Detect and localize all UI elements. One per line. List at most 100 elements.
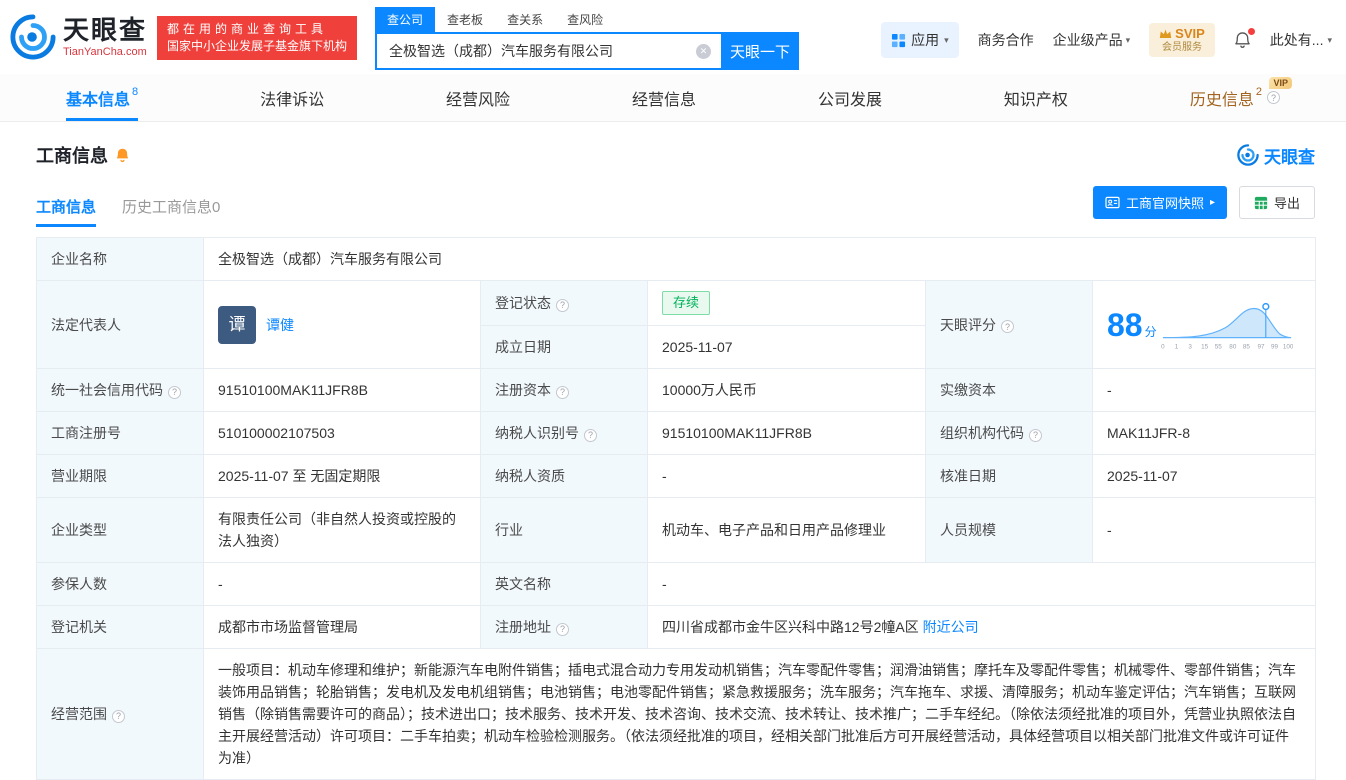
- field-label: 工商注册号: [37, 412, 204, 455]
- export-button[interactable]: 导出: [1239, 186, 1315, 219]
- search-tab-boss[interactable]: 查老板: [435, 7, 495, 32]
- user-menu[interactable]: 此处有... ▾: [1270, 30, 1332, 50]
- subtab-business-info[interactable]: 工商信息: [36, 196, 96, 227]
- field-label: 登记机关: [37, 606, 204, 649]
- help-icon[interactable]: ?: [1001, 320, 1014, 333]
- svip-sublabel: 会员服务: [1159, 42, 1205, 55]
- field-label: 组织机构代码?: [926, 412, 1093, 455]
- tianyancha-logo-icon: [1237, 144, 1259, 166]
- nav-tab-operating-info[interactable]: 经营信息: [632, 74, 696, 121]
- search-button[interactable]: 天眼一下: [721, 32, 799, 70]
- nav-tab-label: 经营信息: [632, 86, 696, 110]
- field-label: 法定代表人: [37, 281, 204, 369]
- nav-tab-company-development[interactable]: 公司发展: [818, 74, 882, 121]
- search-tabs: 查公司查老板查关系查风险: [375, 8, 799, 32]
- logo-subtitle: TianYanCha.com: [63, 46, 147, 58]
- crown-icon: [1159, 28, 1172, 39]
- clear-search-icon[interactable]: ✕: [696, 44, 711, 59]
- field-value-score: 88分013155580859799100: [1093, 281, 1316, 369]
- field-label: 天眼评分?: [926, 281, 1093, 369]
- field-label: 英文名称: [481, 563, 648, 606]
- nav-tab-label: 历史信息: [1190, 86, 1254, 110]
- svip-member-button[interactable]: SVIP 会员服务: [1149, 23, 1215, 58]
- table-row: 统一社会信用代码?91510100MAK11JFR8B注册资本?10000万人民…: [37, 369, 1316, 412]
- field-value: MAK11JFR-8: [1093, 412, 1316, 455]
- help-icon[interactable]: ?: [556, 299, 569, 312]
- field-label: 行业: [481, 498, 648, 563]
- field-value: 10000万人民币: [648, 369, 926, 412]
- subtab-history-business-info[interactable]: 历史工商信息0: [122, 196, 220, 227]
- field-value: 机动车、电子产品和日用产品修理业: [648, 498, 926, 563]
- watermark-text: 天眼查: [1264, 143, 1315, 168]
- table-row: 登记机关成都市市场监督管理局注册地址?四川省成都市金牛区兴科中路12号2幢A区 …: [37, 606, 1316, 649]
- nav-tab-label: 经营风险: [446, 86, 510, 110]
- field-value: 2025-11-07 至 无固定期限: [204, 455, 481, 498]
- business-cooperation-link[interactable]: 商务合作: [978, 30, 1034, 50]
- svg-text:15: 15: [1201, 343, 1209, 350]
- field-value: 一般项目：机动车修理和维护；新能源汽车电附件销售；插电式混合动力专用发动机销售；…: [204, 649, 1316, 780]
- help-icon[interactable]: ?: [1029, 429, 1042, 442]
- nav-tab-lawsuits[interactable]: 法律诉讼: [260, 74, 324, 121]
- field-label: 经营范围?: [37, 649, 204, 780]
- field-value-status: 存续: [648, 281, 926, 326]
- table-row: 法定代表人谭谭健登记状态?存续天眼评分?88分01315558085979910…: [37, 281, 1316, 326]
- search-tab-risk[interactable]: 查风险: [555, 7, 615, 32]
- nearby-companies-link[interactable]: 附近公司: [923, 619, 979, 635]
- svg-text:55: 55: [1214, 343, 1222, 350]
- help-icon[interactable]: ?: [168, 386, 181, 399]
- logo-title: 天眼查: [63, 17, 147, 43]
- tianyancha-logo[interactable]: 天眼查 TianYanCha.com: [10, 14, 147, 60]
- registered-address: 四川省成都市金牛区兴科中路12号2幢A区: [662, 619, 919, 635]
- apps-menu[interactable]: 应用 ▾: [881, 22, 959, 58]
- official-snapshot-button[interactable]: 工商官网快照 ▸: [1093, 186, 1227, 219]
- nav-tab-basic-info[interactable]: 基本信息8: [66, 74, 138, 121]
- subscribe-bell-icon[interactable]: [115, 147, 130, 163]
- legal-rep-link[interactable]: 谭健: [266, 314, 294, 336]
- tyc-score-value: 88: [1107, 309, 1143, 341]
- search-tab-relation[interactable]: 查关系: [495, 7, 555, 32]
- field-label: 营业期限: [37, 455, 204, 498]
- field-label: 核准日期: [926, 455, 1093, 498]
- nav-tab-intellectual-property[interactable]: 知识产权: [1004, 74, 1068, 121]
- field-value: 有限责任公司（非自然人投资或控股的法人独资）: [204, 498, 481, 563]
- notifications-bell[interactable]: [1234, 31, 1251, 49]
- nav-tab-history-info[interactable]: 历史信息2?VIP: [1190, 74, 1280, 121]
- tyc-score[interactable]: 88分013155580859799100: [1107, 298, 1301, 352]
- app-grid-icon: [891, 33, 906, 48]
- legal-rep-avatar[interactable]: 谭: [218, 306, 256, 344]
- chevron-down-icon: ▾: [1126, 35, 1131, 46]
- site-header: 天眼查 TianYanCha.com 都在用的商业查询工具 国家中小企业发展子基…: [0, 0, 1346, 74]
- field-value-address: 四川省成都市金牛区兴科中路12号2幢A区 附近公司: [648, 606, 1316, 649]
- nav-tab-label: 法律诉讼: [260, 86, 324, 110]
- slogan-line2: 国家中小企业发展子基金旗下机构: [167, 38, 347, 55]
- field-value: 全极智选（成都）汽车服务有限公司: [204, 238, 1316, 281]
- nav-tab-label: 公司发展: [818, 86, 882, 110]
- field-label: 企业名称: [37, 238, 204, 281]
- main-content: 工商信息 天眼查 工商信息历史工商信息0: [0, 122, 1346, 780]
- search-input[interactable]: [375, 32, 721, 70]
- search-tab-company[interactable]: 查公司: [375, 7, 435, 32]
- table-row: 营业期限2025-11-07 至 无固定期限纳税人资质-核准日期2025-11-…: [37, 455, 1316, 498]
- watermark-logo: 天眼查: [1237, 143, 1315, 168]
- section-title: 工商信息: [36, 142, 108, 168]
- field-value: 2025-11-07: [1093, 455, 1316, 498]
- table-row: 工商注册号510100002107503纳税人识别号?91510100MAK11…: [37, 412, 1316, 455]
- help-icon[interactable]: ?: [1267, 91, 1280, 104]
- table-row: 企业类型有限责任公司（非自然人投资或控股的法人独资）行业机动车、电子产品和日用产…: [37, 498, 1316, 563]
- nav-tab-label: 基本信息: [66, 86, 130, 110]
- enterprise-products-menu[interactable]: 企业级产品 ▾: [1053, 30, 1131, 50]
- field-value: -: [648, 563, 1316, 606]
- svg-text:3: 3: [1188, 343, 1192, 350]
- table-row: 企业名称全极智选（成都）汽车服务有限公司: [37, 238, 1316, 281]
- svg-text:97: 97: [1257, 343, 1265, 350]
- field-label: 统一社会信用代码?: [37, 369, 204, 412]
- search-area: 查公司查老板查关系查风险 ✕ 天眼一下: [375, 8, 799, 70]
- help-icon[interactable]: ?: [584, 429, 597, 442]
- nav-tab-operating-risk[interactable]: 经营风险: [446, 74, 510, 121]
- field-value: -: [648, 455, 926, 498]
- help-icon[interactable]: ?: [556, 386, 569, 399]
- business-table: 企业名称全极智选（成都）汽车服务有限公司法定代表人谭谭健登记状态?存续天眼评分?…: [36, 237, 1316, 780]
- help-icon[interactable]: ?: [112, 710, 125, 723]
- field-label: 成立日期: [481, 326, 648, 369]
- help-icon[interactable]: ?: [556, 623, 569, 636]
